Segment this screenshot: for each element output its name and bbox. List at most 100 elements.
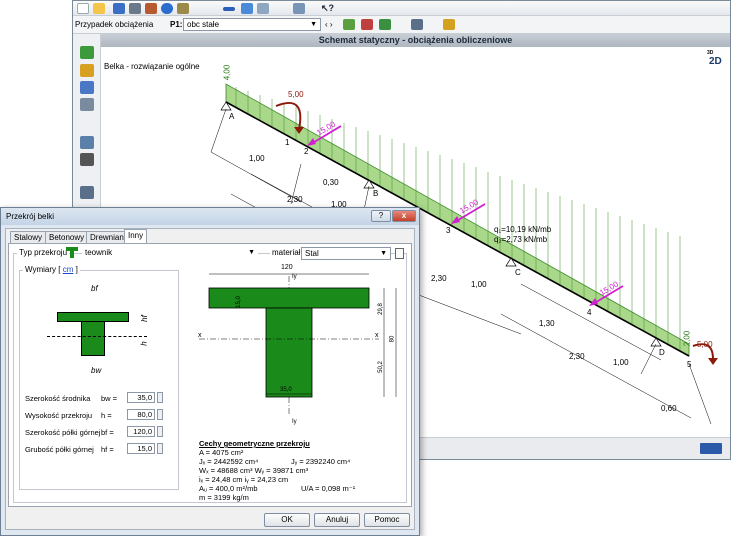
- drawing-flange-thk: 15,0: [235, 296, 242, 308]
- drawing-lower-dim: 50,2: [377, 361, 384, 373]
- height-spinner[interactable]: [157, 409, 163, 420]
- node-label-3: 3: [446, 226, 451, 235]
- app-logo-icon: [700, 443, 722, 454]
- print-icon[interactable]: [129, 3, 141, 14]
- dialog-close-button[interactable]: x: [392, 210, 416, 222]
- dimensions-unit-link[interactable]: cm: [63, 265, 74, 274]
- drawing-height-dim: 80: [389, 335, 396, 343]
- down-arrow-icon[interactable]: [80, 81, 94, 94]
- section-icon[interactable]: [80, 46, 94, 59]
- table-icon[interactable]: [411, 19, 423, 30]
- sketch-bf: bf: [91, 284, 98, 293]
- settings-icon[interactable]: [443, 19, 455, 30]
- dim-3: 2,30: [287, 195, 303, 204]
- flange-thickness-input[interactable]: 15,0: [127, 443, 155, 454]
- sketch-bw: bw: [91, 366, 102, 375]
- load-icon[interactable]: [80, 64, 94, 77]
- cancel-button[interactable]: Anuluj: [314, 513, 360, 527]
- report-icon[interactable]: [177, 3, 189, 14]
- sketch-hf: hf: [139, 315, 149, 322]
- add-load-icon[interactable]: [343, 19, 355, 30]
- dim-2: 0,30: [323, 178, 339, 187]
- node-label-2: 2: [304, 147, 309, 156]
- node-label-5: 5: [687, 360, 692, 369]
- material-select[interactable]: Stal ▼: [301, 247, 391, 260]
- tab-steel[interactable]: Stalowy: [10, 231, 47, 243]
- ok-button[interactable]: OK: [264, 513, 310, 527]
- rotate-icon[interactable]: [257, 3, 269, 14]
- node-label-1: 1: [285, 138, 290, 147]
- delete-support-icon[interactable]: [80, 136, 94, 149]
- load-case-nav[interactable]: ‹ ›: [325, 20, 333, 29]
- combination-icon[interactable]: [80, 98, 94, 111]
- trash-icon[interactable]: [80, 153, 94, 166]
- drawing-web-width: 35,0: [280, 387, 292, 393]
- material-value: Stal: [305, 249, 319, 258]
- context-help-icon[interactable]: ↖?: [321, 3, 334, 14]
- dim-9: 1,00: [613, 358, 629, 367]
- support-label-a: A: [229, 112, 235, 121]
- dim-6: 1,00: [471, 280, 487, 289]
- dimensions-group-label: Wymiary [ cm ]: [23, 265, 80, 274]
- dim-10: 0,60: [661, 404, 677, 413]
- web-width-spinner[interactable]: [157, 392, 163, 403]
- flange-width-input[interactable]: 120,0: [127, 426, 155, 437]
- section-sketch: [47, 294, 147, 364]
- material-edit-icon[interactable]: [395, 248, 404, 259]
- save-icon[interactable]: [113, 3, 125, 14]
- field-sym-h: h =: [101, 411, 112, 420]
- q2-value: q₂=2,73 kN/mb: [494, 235, 548, 244]
- height-input[interactable]: 80,0: [127, 409, 155, 420]
- web-width-input[interactable]: 35,0: [127, 392, 155, 403]
- section-view-icon[interactable]: [241, 3, 253, 14]
- toolbar-main: ↖?: [73, 1, 730, 16]
- drawing-iy-bottom: Iy: [292, 419, 297, 425]
- dialog-title-text: Przekrój belki: [6, 212, 55, 221]
- load-case-select[interactable]: obc stałe ▼: [183, 18, 321, 31]
- drawing-upper-dim: 29,8: [377, 303, 384, 315]
- export-icon[interactable]: [145, 3, 157, 14]
- dialog-help-button[interactable]: ?: [371, 210, 391, 222]
- geo-mass: m = 3199 kg/m: [199, 493, 249, 502]
- field-label-h: Wysokość przekroju: [25, 411, 93, 420]
- load-case-code: P1:: [170, 20, 183, 29]
- flange-width-spinner[interactable]: [157, 426, 163, 437]
- tab-other[interactable]: Inny: [124, 229, 148, 244]
- flange-thickness-spinner[interactable]: [157, 443, 163, 454]
- section-drawing: [199, 273, 397, 416]
- moment-left-value: 5,00: [288, 90, 304, 99]
- moment-right-head: [708, 358, 718, 365]
- tab-concrete[interactable]: Betonowy: [45, 231, 89, 243]
- help-button[interactable]: Pomoc: [364, 513, 410, 527]
- drawing-iy-top: Iy: [292, 274, 297, 280]
- section-type-select[interactable]: teownik ▼: [82, 247, 258, 260]
- dist-load-start: 4,00: [222, 64, 232, 81]
- q1-value: q₁=10,19 kN/mb: [494, 225, 552, 234]
- drawing-top-width: 120: [281, 264, 293, 271]
- results-icon[interactable]: [80, 186, 94, 199]
- tab-pane-other: Typ przekroju teownik ▼ materiał Stal ▼ …: [8, 243, 412, 507]
- field-sym-bw: bw =: [101, 394, 118, 403]
- help-icon[interactable]: [161, 3, 173, 14]
- drawing-axis-x-left: x: [198, 332, 202, 339]
- copy-load-icon[interactable]: [379, 19, 391, 30]
- chevron-down-icon: ▼: [380, 250, 387, 257]
- window-icon[interactable]: [293, 3, 305, 14]
- load-case-value: obc stałe: [187, 20, 220, 29]
- beam-view-icon[interactable]: [223, 7, 235, 11]
- support-label-d: D: [659, 348, 665, 357]
- support-label-c: C: [515, 268, 521, 277]
- chevron-down-icon: ▼: [248, 249, 255, 256]
- section-dialog: Przekrój belki ? x Stalowy Betonowy Drew…: [0, 207, 420, 536]
- material-label: materiał: [270, 248, 303, 257]
- dist-load-end: 2,00: [682, 330, 692, 347]
- dimensions-label: Wymiary [: [25, 265, 61, 274]
- dim-7: 1,30: [539, 319, 555, 328]
- load-case-bar: Przypadek obciążenia P1: obc stałe ▼ ‹ ›: [73, 16, 730, 34]
- delete-load-icon[interactable]: [361, 19, 373, 30]
- dim-8: 2,30: [569, 352, 585, 361]
- dimensions-label-close: ]: [75, 265, 78, 274]
- dialog-title: Przekrój belki ? x: [1, 208, 419, 225]
- open-folder-icon[interactable]: [93, 3, 105, 14]
- new-file-icon[interactable]: [77, 3, 89, 14]
